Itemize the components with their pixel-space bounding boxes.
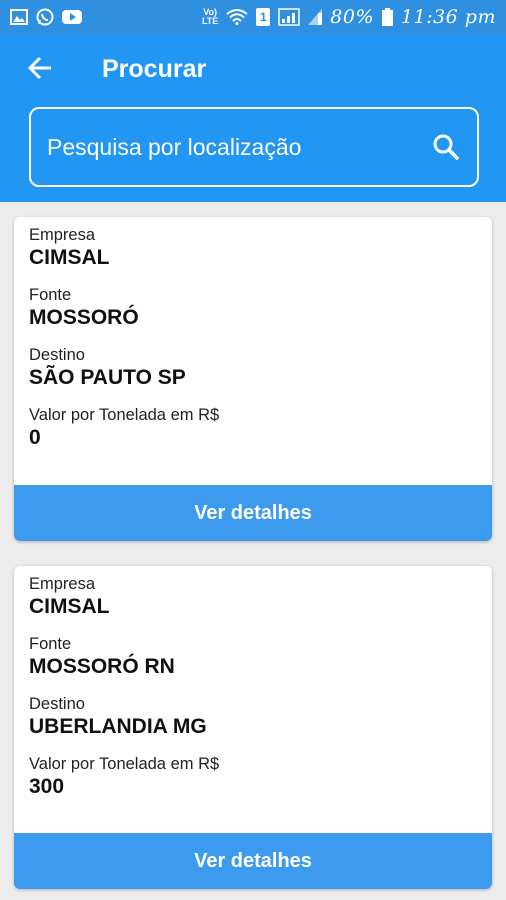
back-button[interactable] [20,50,60,90]
youtube-icon [62,10,82,24]
details-button[interactable]: Ver detalhes [14,833,492,889]
wifi-icon [226,9,248,25]
signal-icon [308,9,323,25]
volte-icon: Vo) LTE [201,7,219,26]
signal-icon [278,8,301,26]
app-bar: Procurar [0,34,506,202]
page-title: Procurar [102,55,207,83]
destino-value: SÃO PAUTO SP [29,366,186,389]
search-input[interactable] [47,133,431,161]
empresa-label: Empresa [29,226,96,244]
search-box[interactable] [29,107,479,187]
result-card: Empresa CIMSAL Fonte MOSSORÓ Destino SÃO… [14,217,492,541]
destino-value: UBERLANDIA MG [29,715,207,738]
status-left [10,8,82,26]
sim-icon: 1 [256,8,271,26]
whatsapp-icon [36,8,54,26]
fonte-label: Fonte [29,635,72,653]
destino-label: Destino [29,695,85,713]
valor-value: 0 [29,426,41,449]
fonte-value: MOSSORÓ [29,306,139,329]
details-button[interactable]: Ver detalhes [14,485,492,541]
status-bar: Vo) LTE 1 80% 11:36 pm [0,0,506,34]
valor-label: Valor por Tonelada em R$ [29,755,220,773]
result-card: Empresa CIMSAL Fonte MOSSORÓ RN Destino … [14,566,492,889]
status-right: Vo) LTE 1 80% 11:36 pm [202,6,496,28]
destino-label: Destino [29,346,85,364]
battery-percent: 80% [330,6,375,28]
valor-value: 300 [29,775,65,798]
search-icon[interactable] [431,132,461,162]
fonte-label: Fonte [29,286,72,304]
arrow-left-icon [27,56,53,85]
battery-icon [382,8,394,26]
clock: 11:36 pm [401,6,496,28]
image-icon [10,9,28,25]
empresa-label: Empresa [29,575,96,593]
fonte-value: MOSSORÓ RN [29,655,175,678]
empresa-value: CIMSAL [29,595,110,618]
empresa-value: CIMSAL [29,246,110,269]
valor-label: Valor por Tonelada em R$ [29,406,220,424]
